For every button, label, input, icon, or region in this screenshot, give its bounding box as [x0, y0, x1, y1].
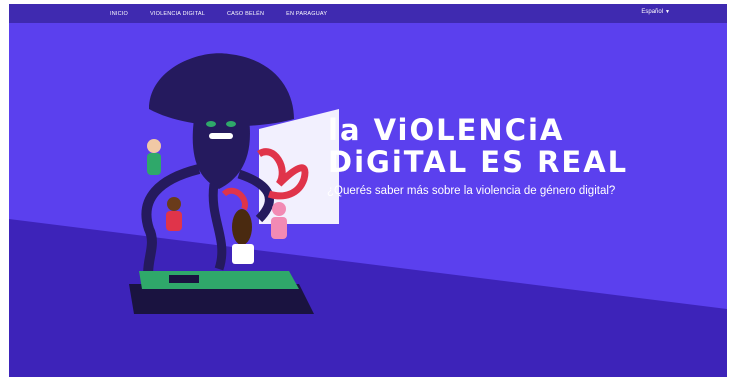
hero-illustration	[129, 53, 339, 314]
nav-links: INICIO VIOLENCIA DIGITAL CASO BELÉN EN P…	[110, 11, 349, 17]
hero-subtitle: ¿Querés saber más sobre la violencia de …	[327, 185, 616, 197]
hero-title-line1: la ViOLENCiA	[328, 113, 565, 147]
page-frame: INICIO VIOLENCIA DIGITAL CASO BELÉN EN P…	[9, 4, 727, 377]
nav-item-caso-belen[interactable]: CASO BELÉN	[227, 11, 264, 17]
top-nav-bar: INICIO VIOLENCIA DIGITAL CASO BELÉN EN P…	[9, 4, 727, 23]
nav-item-violencia-digital[interactable]: VIOLENCIA DIGITAL	[150, 11, 205, 17]
hero-title: la ViOLENCiA DiGiTAL ES REAL	[328, 114, 628, 178]
language-selector[interactable]: Español ▼	[641, 9, 670, 15]
hero-title-line2: DiGiTAL ES REAL	[328, 145, 629, 179]
mushroom-cap-shape	[149, 53, 294, 127]
nav-item-inicio[interactable]: INICIO	[110, 11, 128, 17]
chevron-down-icon: ▼	[665, 8, 670, 15]
nav-item-en-paraguay[interactable]: EN PARAGUAY	[286, 11, 327, 17]
language-label: Español	[641, 9, 664, 15]
